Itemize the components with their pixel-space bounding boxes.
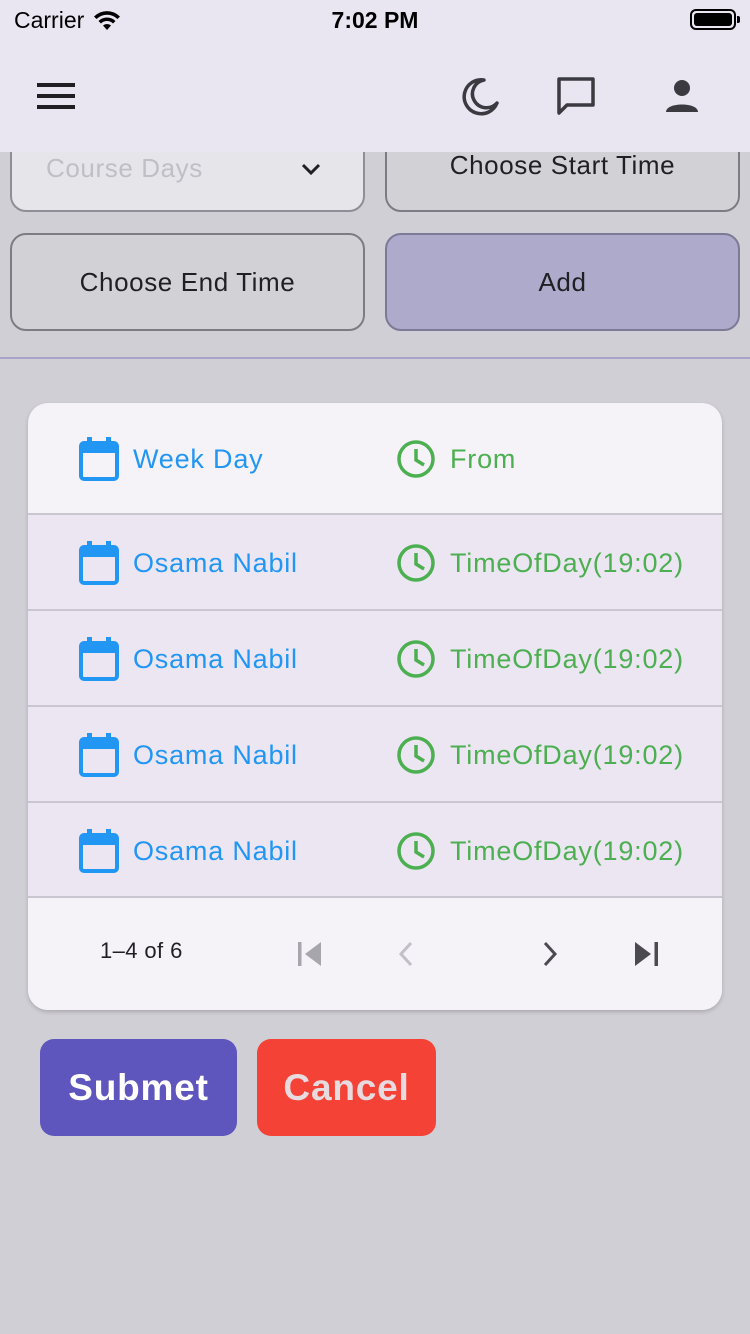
calendar-icon	[79, 541, 119, 585]
next-page-icon[interactable]	[530, 934, 570, 974]
row-time-text: TimeOfDay(19:02)	[450, 739, 684, 770]
header-from[interactable]: From	[396, 439, 516, 479]
row-time-cell: TimeOfDay(19:02)	[396, 543, 684, 583]
clock-icon	[397, 544, 435, 582]
calendar-icon	[79, 637, 119, 681]
row-time-text: TimeOfDay(19:02)	[450, 835, 684, 866]
submit-button[interactable]: Submet	[40, 1039, 237, 1136]
table-pagination: 1–4 of 6	[28, 896, 722, 1010]
row-time-cell: TimeOfDay(19:02)	[396, 639, 684, 679]
app-bar	[0, 40, 750, 152]
row-day-cell: Osama Nabil	[79, 541, 298, 585]
previous-page-icon[interactable]	[386, 934, 426, 974]
last-page-icon[interactable]	[626, 934, 666, 974]
row-day-cell: Osama Nabil	[79, 829, 298, 873]
calendar-icon	[79, 733, 119, 777]
status-bar: Carrier 7:02 PM	[0, 0, 750, 40]
header-from-label: From	[450, 443, 517, 474]
schedule-table: Week Day From Osama Nabil TimeOfDay(19:0…	[28, 403, 722, 1010]
chevron-down-icon	[301, 163, 321, 176]
chat-icon[interactable]	[550, 70, 602, 122]
add-button[interactable]: Add	[385, 233, 740, 331]
table-row[interactable]: Osama Nabil TimeOfDay(19:02)	[28, 801, 722, 897]
menu-icon[interactable]	[30, 70, 82, 122]
row-day-cell: Osama Nabil	[79, 733, 298, 777]
moon-icon[interactable]	[454, 70, 506, 122]
table-row[interactable]: Osama Nabil TimeOfDay(19:02)	[28, 513, 722, 609]
start-time-label: Choose Start Time	[449, 150, 676, 180]
clock-icon	[397, 640, 435, 678]
cancel-button[interactable]: Cancel	[257, 1039, 436, 1136]
header-week-day-label: Week Day	[133, 443, 264, 474]
end-time-label: Choose End Time	[79, 266, 296, 297]
add-label: Add	[538, 266, 587, 297]
clock-icon	[397, 736, 435, 774]
submit-label: Submet	[68, 1066, 209, 1108]
table-row[interactable]: Osama Nabil TimeOfDay(19:02)	[28, 705, 722, 801]
table-header: Week Day From	[28, 403, 722, 513]
person-icon[interactable]	[656, 70, 708, 122]
clock-icon	[397, 440, 435, 478]
row-day-cell: Osama Nabil	[79, 637, 298, 681]
first-page-icon[interactable]	[290, 934, 330, 974]
row-day-text: Osama Nabil	[133, 547, 298, 578]
header-week-day[interactable]: Week Day	[79, 437, 263, 481]
row-time-text: TimeOfDay(19:02)	[450, 643, 684, 674]
status-time: 7:02 PM	[331, 7, 419, 33]
clock-icon	[397, 832, 435, 870]
row-time-cell: TimeOfDay(19:02)	[396, 735, 684, 775]
row-time-cell: TimeOfDay(19:02)	[396, 831, 684, 871]
table-row[interactable]: Osama Nabil TimeOfDay(19:02)	[28, 609, 722, 705]
battery-icon	[690, 9, 740, 30]
row-day-text: Osama Nabil	[133, 739, 298, 770]
row-time-text: TimeOfDay(19:02)	[450, 547, 684, 578]
row-day-text: Osama Nabil	[133, 643, 298, 674]
row-day-text: Osama Nabil	[133, 835, 298, 866]
calendar-icon	[79, 437, 119, 481]
calendar-icon	[79, 829, 119, 873]
cancel-label: Cancel	[283, 1066, 410, 1108]
section-divider	[0, 357, 750, 359]
choose-end-time-button[interactable]: Choose End Time	[10, 233, 365, 331]
pagination-info: 1–4 of 6	[100, 938, 183, 963]
